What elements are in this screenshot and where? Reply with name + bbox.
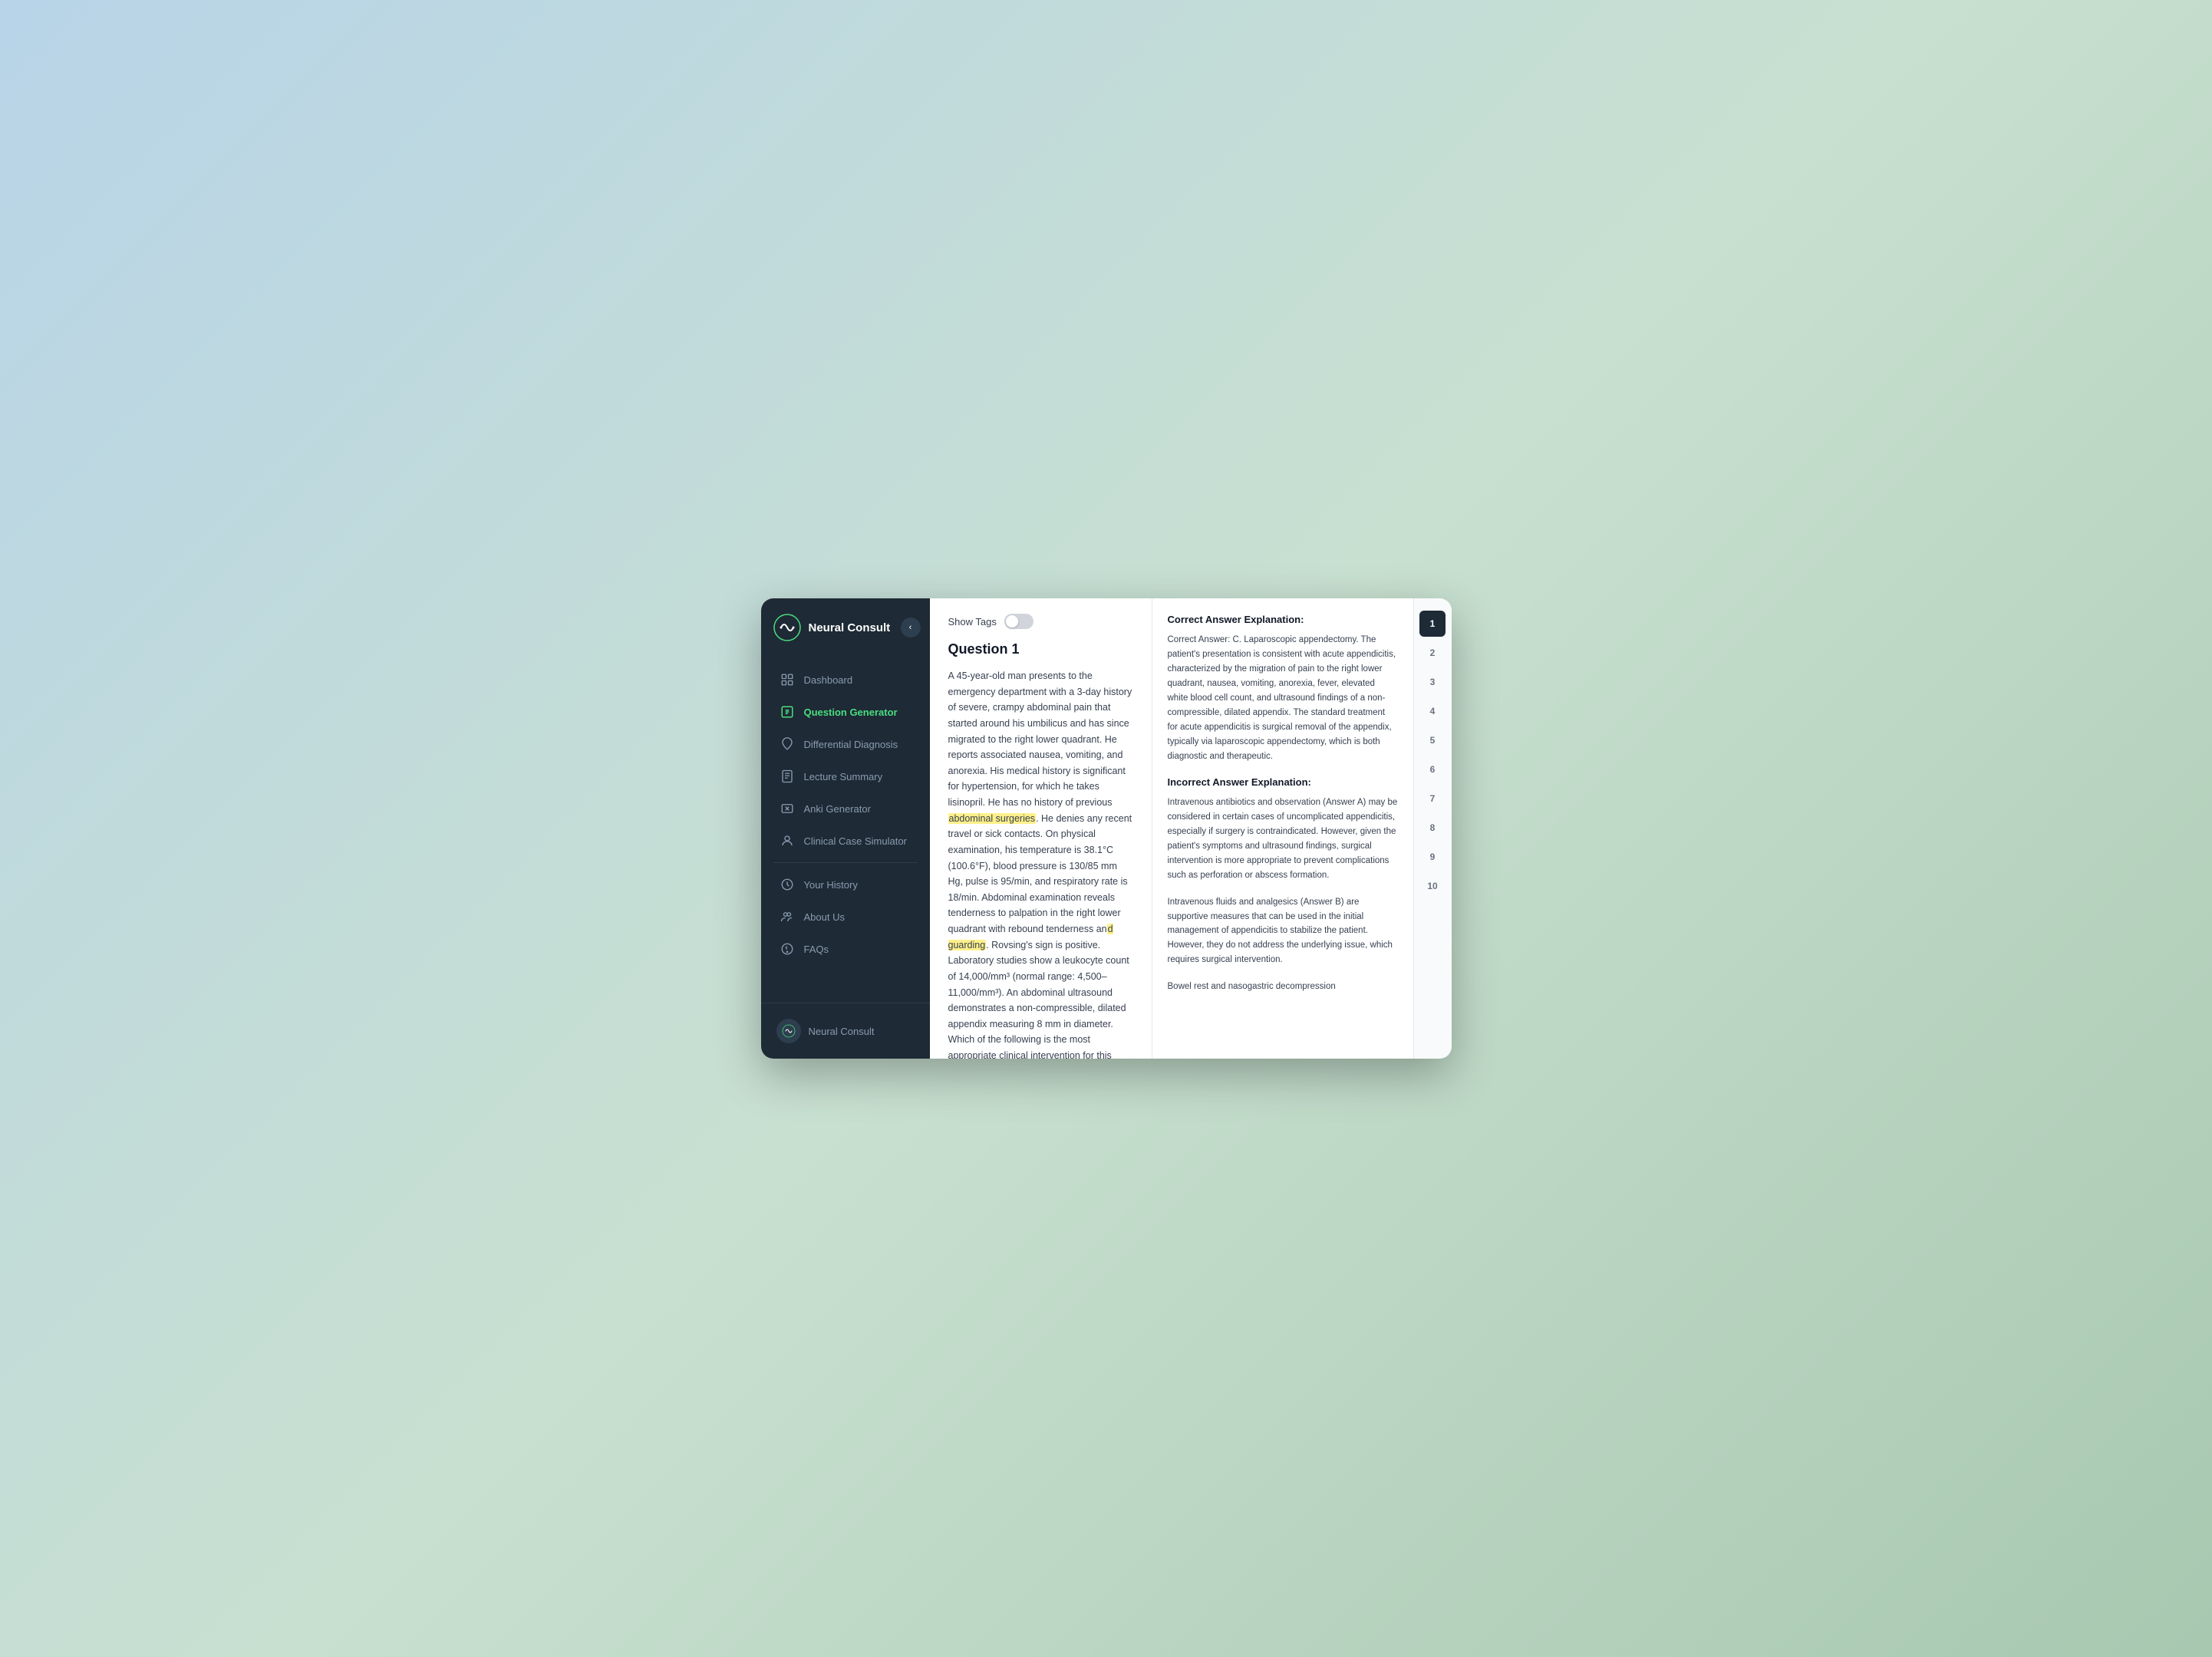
q-number-8[interactable]: 8: [1419, 815, 1446, 841]
incorrect-answer-text-1: Intravenous antibiotics and observation …: [1168, 796, 1398, 883]
anki-generator-icon: [780, 801, 795, 816]
sidebar-footer: Neural Consult: [761, 1003, 930, 1059]
explanation-panel: Correct Answer Explanation: Correct Answ…: [1152, 598, 1413, 1059]
show-tags-label: Show Tags: [948, 616, 997, 628]
q-number-4[interactable]: 4: [1419, 698, 1446, 724]
app-title: Neural Consult: [809, 621, 891, 634]
show-tags-toggle[interactable]: [1004, 614, 1033, 629]
sidebar-item-differential-diagnosis[interactable]: Differential Diagnosis: [767, 729, 924, 759]
question-highlight-1: abdominal surgeries: [948, 813, 1037, 824]
history-icon: [780, 877, 795, 892]
q-number-7[interactable]: 7: [1419, 786, 1446, 812]
q-number-3[interactable]: 3: [1419, 669, 1446, 695]
sidebar-item-question-generator-label: Question Generator: [804, 707, 898, 718]
incorrect-answer-title: Incorrect Answer Explanation:: [1168, 776, 1398, 788]
q-number-1[interactable]: 1: [1419, 611, 1446, 637]
q-number-2[interactable]: 2: [1419, 640, 1446, 666]
q-number-10[interactable]: 10: [1419, 873, 1446, 899]
question-numbers-panel: 1 2 3 4 5 6 7 8 9 10: [1413, 598, 1452, 1059]
q-number-9[interactable]: 9: [1419, 844, 1446, 870]
sidebar: Neural Consult ‹ Dashboard: [761, 598, 930, 1059]
sidebar-item-anki-generator-label: Anki Generator: [804, 803, 871, 815]
sidebar-item-question-generator[interactable]: Question Generator: [767, 697, 924, 727]
show-tags-row: Show Tags: [948, 614, 1133, 629]
question-text-part1: A 45-year-old man presents to the emerge…: [948, 670, 1132, 808]
sidebar-item-your-history[interactable]: Your History: [767, 869, 924, 900]
sidebar-item-faqs[interactable]: FAQs: [767, 934, 924, 964]
question-title: Question 1: [948, 641, 1133, 657]
sidebar-item-history-label: Your History: [804, 879, 858, 891]
sidebar-item-differential-diagnosis-label: Differential Diagnosis: [804, 739, 898, 750]
incorrect-answer-text-3: Bowel rest and nasogastric decompression: [1168, 980, 1398, 994]
q-number-5[interactable]: 5: [1419, 727, 1446, 753]
faqs-icon: [780, 941, 795, 957]
sidebar-footer-logo[interactable]: Neural Consult: [767, 1013, 924, 1049]
back-button[interactable]: ‹: [901, 618, 921, 637]
sidebar-item-about-us[interactable]: About Us: [767, 901, 924, 932]
sidebar-item-dashboard[interactable]: Dashboard: [767, 664, 924, 695]
sidebar-item-dashboard-label: Dashboard: [804, 674, 853, 686]
sidebar-item-lecture-summary-label: Lecture Summary: [804, 771, 883, 782]
sidebar-item-lecture-summary[interactable]: Lecture Summary: [767, 761, 924, 792]
correct-answer-title: Correct Answer Explanation:: [1168, 614, 1398, 625]
dashboard-icon: [780, 672, 795, 687]
sidebar-item-clinical-case-label: Clinical Case Simulator: [804, 835, 907, 847]
differential-diagnosis-icon: [780, 736, 795, 752]
about-us-icon: [780, 909, 795, 924]
app-logo-icon: [773, 614, 801, 641]
question-panel: Show Tags Question 1 A 45-year-old man p…: [930, 598, 1152, 1059]
question-text-part2: . He denies any recent travel or sick co…: [948, 813, 1132, 934]
clinical-case-icon: [780, 833, 795, 848]
app-window: Neural Consult ‹ Dashboard: [761, 598, 1452, 1059]
question-text-part3: . Rovsing's sign is positive. Laboratory…: [948, 940, 1129, 1059]
sidebar-item-about-us-label: About Us: [804, 911, 845, 923]
question-body: A 45-year-old man presents to the emerge…: [948, 668, 1133, 1059]
correct-answer-text: Correct Answer: C. Laparoscopic appendec…: [1168, 633, 1398, 764]
footer-title-label: Neural Consult: [809, 1026, 875, 1037]
sidebar-item-anki-generator[interactable]: Anki Generator: [767, 793, 924, 824]
sidebar-divider: [773, 862, 918, 863]
footer-logo-icon: [776, 1019, 801, 1043]
question-generator-icon: [780, 704, 795, 720]
incorrect-answer-text-2: Intravenous fluids and analgesics (Answe…: [1168, 895, 1398, 968]
sidebar-header: Neural Consult ‹: [761, 598, 930, 657]
main-content: Show Tags Question 1 A 45-year-old man p…: [930, 598, 1452, 1059]
lecture-summary-icon: [780, 769, 795, 784]
sidebar-nav: Dashboard Question Generator Differen: [761, 657, 930, 1003]
sidebar-item-clinical-case[interactable]: Clinical Case Simulator: [767, 825, 924, 856]
sidebar-item-faqs-label: FAQs: [804, 944, 829, 955]
q-number-6[interactable]: 6: [1419, 756, 1446, 782]
